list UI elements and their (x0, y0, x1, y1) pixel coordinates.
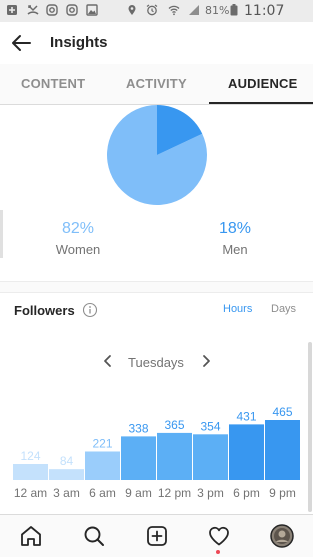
bar-value-label: 124 (20, 449, 40, 463)
add-post-icon[interactable] (145, 524, 169, 548)
x-tick-label: 6 am (89, 486, 116, 500)
instagram-icon (46, 4, 58, 16)
image-icon (86, 4, 98, 16)
women-label: Women (55, 242, 101, 257)
notification-dot (216, 550, 220, 554)
activity-heart-icon[interactable] (207, 524, 231, 548)
x-tick-label: 3 am (53, 486, 80, 500)
location-icon (128, 5, 136, 16)
hours-toggle[interactable]: Hours (223, 303, 252, 315)
active-tab-indicator (209, 102, 313, 104)
home-icon[interactable] (19, 524, 43, 548)
tab-activity[interactable]: ACTIVITY (126, 76, 187, 91)
signal-icon (189, 5, 199, 15)
tab-content[interactable]: CONTENT (21, 76, 85, 91)
days-toggle[interactable]: Days (271, 303, 296, 315)
x-tick-label: 9 pm (269, 486, 296, 500)
men-label: Men (222, 242, 248, 257)
x-tick-label: 12 am (14, 486, 47, 500)
instagram-icon (66, 4, 78, 16)
gender-pie-chart (107, 105, 207, 205)
scrollbar[interactable] (308, 342, 312, 512)
x-tick-label: 12 pm (158, 486, 191, 500)
battery-icon (230, 4, 238, 16)
status-bar: 81% 11:07 a.m. (0, 0, 313, 35)
men-percent: 18% (218, 220, 252, 237)
add-box-icon (7, 5, 17, 15)
page-title: Insights (50, 34, 108, 51)
day-selector-label: Tuesdays (128, 355, 184, 370)
bar-12-pm (157, 432, 192, 480)
bottom-nav (0, 514, 313, 557)
card-edge (0, 210, 3, 258)
bar-value-label: 354 (200, 419, 220, 433)
wifi-icon (168, 5, 180, 16)
info-icon[interactable] (82, 302, 98, 318)
bar-value-label: 338 (128, 421, 148, 435)
tab-bar: CONTENT ACTIVITY AUDIENCE (0, 64, 313, 105)
bar-value-label: 465 (272, 405, 292, 419)
bar-value-label: 221 (92, 436, 112, 450)
women-percent: 82% (61, 220, 95, 237)
battery-percent: 81% (205, 4, 230, 17)
bar-3-am (49, 469, 84, 480)
bar-3-pm (193, 434, 228, 480)
bar-9-am (121, 436, 156, 480)
profile-avatar-icon[interactable] (270, 524, 294, 548)
bar-value-label: 365 (164, 418, 184, 432)
bar-value-label: 431 (236, 409, 256, 423)
missed-call-icon (27, 5, 39, 15)
bar-12-am (13, 464, 48, 480)
followers-bar-chart: 124 12 am 84 3 am 221 6 am 338 9 am 365 12 pm 354 3… (13, 405, 300, 500)
alarm-icon (146, 4, 158, 16)
bar-value-label: 84 (60, 454, 74, 468)
tab-audience[interactable]: AUDIENCE (228, 76, 298, 91)
arrow-left-icon[interactable] (8, 30, 34, 56)
followers-title: Followers (14, 303, 75, 318)
header: Insights (0, 22, 313, 64)
bar-9-pm (265, 420, 300, 480)
chevron-left-icon[interactable] (100, 352, 116, 370)
chevron-right-icon[interactable] (198, 352, 214, 370)
x-tick-label: 9 am (125, 486, 152, 500)
x-tick-label: 3 pm (197, 486, 224, 500)
search-icon[interactable] (82, 524, 106, 548)
bar-6-pm (229, 424, 264, 480)
x-tick-label: 6 pm (233, 486, 260, 500)
section-divider (0, 281, 313, 293)
bar-6-am (85, 451, 120, 480)
